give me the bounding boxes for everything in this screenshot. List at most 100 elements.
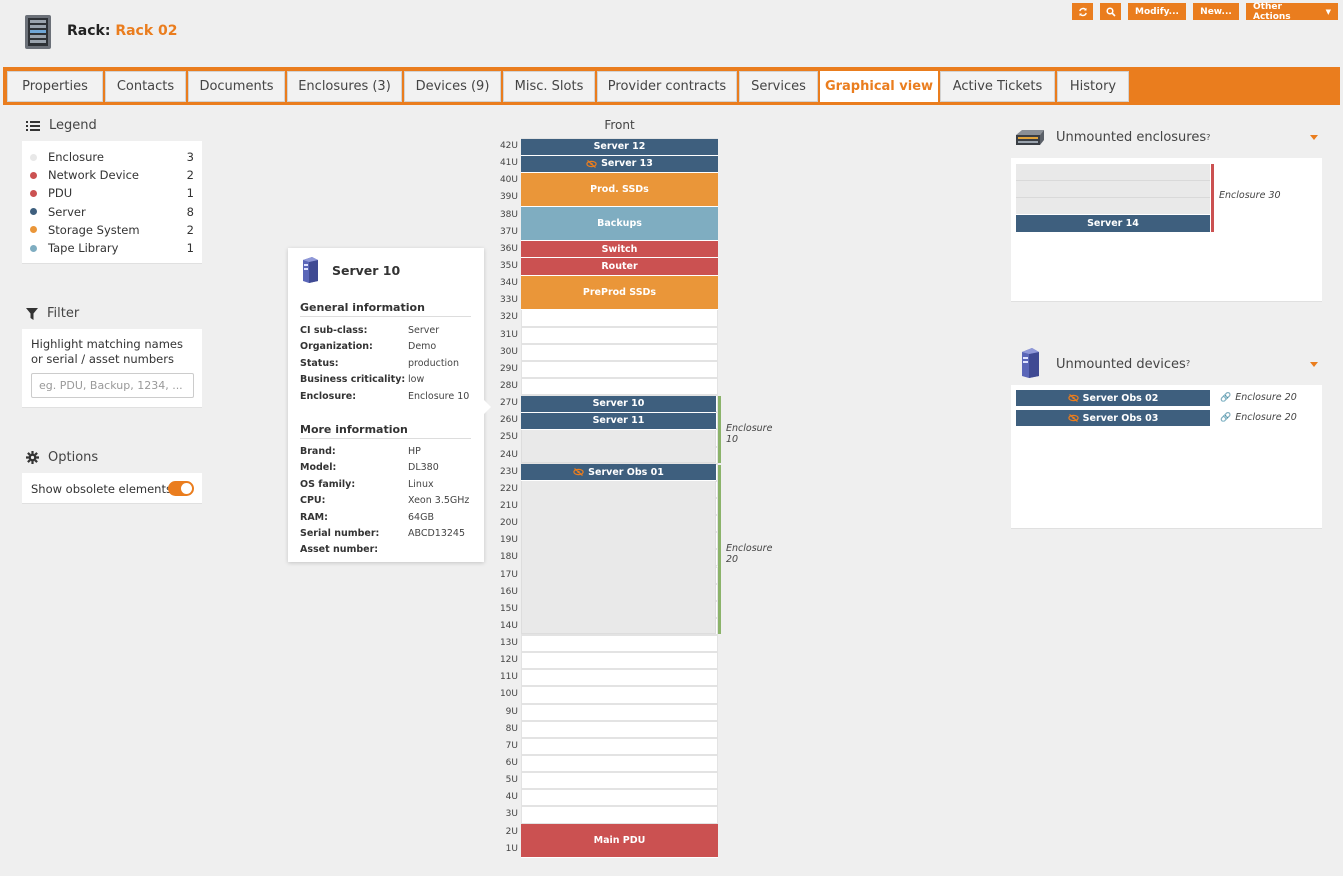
tab-devices-9[interactable]: Devices (9) <box>404 71 501 102</box>
tab-bar: Properties Contacts Documents Enclosures (3… <box>3 67 1340 105</box>
rack-device[interactable]: Switch <box>521 241 718 259</box>
rack-device[interactable]: Server 11 <box>521 412 716 430</box>
tab-graphical-view[interactable]: Graphical view <box>820 71 938 102</box>
filter-description: Highlight matching names or serial / ass… <box>31 337 183 366</box>
info-value: Xeon 3.5GHz <box>408 495 470 507</box>
link-icon: 🔗 <box>1220 392 1232 403</box>
rack-unit-label: 41U <box>499 158 518 169</box>
rack-unit-label: 22U <box>499 483 518 494</box>
rack-slot <box>521 309 718 327</box>
filter-input[interactable]: eg. PDU, Backup, 1234, ... <box>31 373 194 398</box>
tab-misc-slots[interactable]: Misc. Slots <box>503 71 595 102</box>
legend-dot <box>30 208 37 216</box>
unmounted-device-enclosure[interactable]: 🔗 Enclosure 20 <box>1220 392 1297 403</box>
info-key: Enclosure: <box>300 390 357 402</box>
rack-unit-label: 27U <box>499 398 518 409</box>
page-header: Rack: Rack 02 Modify... New... Other Act… <box>0 0 1343 62</box>
enclosure-slot <box>1016 164 1210 181</box>
info-key: Organization: <box>300 341 373 353</box>
filter-panel: Highlight matching names or serial / ass… <box>22 329 202 408</box>
rack-slot <box>521 669 718 687</box>
show-obsolete-toggle[interactable] <box>168 481 194 496</box>
search-button[interactable] <box>1100 3 1121 20</box>
unmounted-enclosure-device[interactable]: Server 14 <box>1016 215 1210 232</box>
modify-button[interactable]: Modify... <box>1128 3 1186 20</box>
rack-unit-label: 2U <box>505 826 518 837</box>
info-key: Asset number: <box>300 544 379 556</box>
enclosure-label[interactable]: Enclosure 10 <box>726 423 772 445</box>
refresh-button[interactable] <box>1072 3 1093 20</box>
tab-active-tickets[interactable]: Active Tickets <box>940 71 1055 102</box>
rack-device[interactable]: PreProd SSDs <box>521 275 718 310</box>
enclosure-name: Enclosure 20 <box>1235 392 1297 403</box>
unmounted-device[interactable]: Server Obs 03 <box>1016 410 1210 426</box>
other-actions-label: Other Actions <box>1253 1 1291 22</box>
rack-device[interactable]: Server 12 <box>521 138 718 156</box>
legend-item: PDU 1 <box>30 184 194 202</box>
rack-slot <box>521 720 718 738</box>
chevron-down-icon[interactable] <box>1310 135 1318 140</box>
legend-count: 2 <box>186 222 194 237</box>
filter-section: Filter <box>26 306 79 321</box>
rack-device[interactable]: Server Obs 01 <box>521 464 716 482</box>
enclosure-icon <box>1016 130 1044 145</box>
rack-unit-label: 17U <box>499 569 518 580</box>
new-button[interactable]: New... <box>1193 3 1239 20</box>
legend-count: 3 <box>186 150 194 164</box>
tab-services[interactable]: Services <box>739 71 818 102</box>
rack-unit-label: 24U <box>499 449 518 460</box>
rack-device[interactable]: Server 13 <box>521 155 718 173</box>
tab-enclosures-3[interactable]: Enclosures (3) <box>287 71 402 102</box>
rack-unit-label: 6U <box>505 758 518 769</box>
filter-icon <box>26 307 38 320</box>
tab-properties[interactable]: Properties <box>7 71 103 102</box>
legend-title: Legend <box>49 118 97 133</box>
rack-device[interactable]: Prod. SSDs <box>521 172 718 208</box>
server-icon <box>303 257 318 283</box>
legend-count: 1 <box>186 186 194 201</box>
unmounted-device[interactable]: Server Obs 02 <box>1016 390 1210 406</box>
rack-device[interactable]: Backups <box>521 207 718 242</box>
rack-slot <box>521 755 718 773</box>
rack-unit-label: 32U <box>499 312 518 323</box>
rack-unit-label: 20U <box>499 518 518 529</box>
rack-unit-label: 38U <box>499 209 518 220</box>
rack-unit-label: 15U <box>499 603 518 614</box>
tab-documents[interactable]: Documents <box>188 71 285 102</box>
rack-device[interactable]: Router <box>521 258 718 276</box>
rack-unit-label: 42U <box>499 141 518 151</box>
options-title: Options <box>48 450 99 465</box>
unmounted-enclosures-header: Unmounted enclosures? <box>1014 127 1210 147</box>
obsolete-eye-slash-icon <box>1067 394 1079 402</box>
show-obsolete-label: Show obsolete elements? <box>31 482 176 496</box>
help-icon[interactable]: ? <box>1186 359 1190 368</box>
rack-slot <box>521 686 718 704</box>
tooltip-title: Server 10 <box>332 263 401 278</box>
legend-item: Server 8 <box>30 203 194 221</box>
rack-unit-label: 7U <box>505 740 518 751</box>
legend-item: Network Device 2 <box>30 166 194 184</box>
enclosure-label[interactable]: Enclosure 30 <box>1219 190 1281 201</box>
action-bar: Modify... New... Other Actions ▼ <box>1072 1 1338 22</box>
unmounted-device-enclosure[interactable]: 🔗 Enclosure 20 <box>1220 412 1297 423</box>
rack-unit-label: 19U <box>499 535 518 546</box>
enclosure-slot <box>1016 198 1210 214</box>
rack-device[interactable]: Server 10 <box>521 395 716 413</box>
chevron-down-icon[interactable] <box>1310 362 1318 367</box>
legend-label: Network Device <box>48 168 140 183</box>
unmounted-devices-panel: Server Obs 02 🔗 Enclosure 20 Server Obs 03 🔗… <box>1011 385 1322 529</box>
legend-label: Storage System <box>48 222 140 237</box>
rack-device[interactable]: Main PDU <box>521 824 718 859</box>
rack-slot <box>521 737 718 756</box>
enclosure-label[interactable]: Enclosure 20 <box>726 543 772 565</box>
tab-contacts[interactable]: Contacts <box>105 71 186 102</box>
legend-dot <box>30 244 37 252</box>
help-icon[interactable]: ? <box>1206 133 1210 142</box>
legend-label: Server <box>48 204 86 219</box>
unmounted-enclosures-title: Unmounted enclosures <box>1056 129 1207 145</box>
other-actions-button[interactable]: Other Actions ▼ <box>1246 1 1338 22</box>
tab-history[interactable]: History <box>1057 71 1129 102</box>
tab-provider-contracts[interactable]: Provider contracts <box>597 71 737 102</box>
info-value: ABCD13245 <box>408 528 466 539</box>
gear-icon <box>26 451 39 464</box>
